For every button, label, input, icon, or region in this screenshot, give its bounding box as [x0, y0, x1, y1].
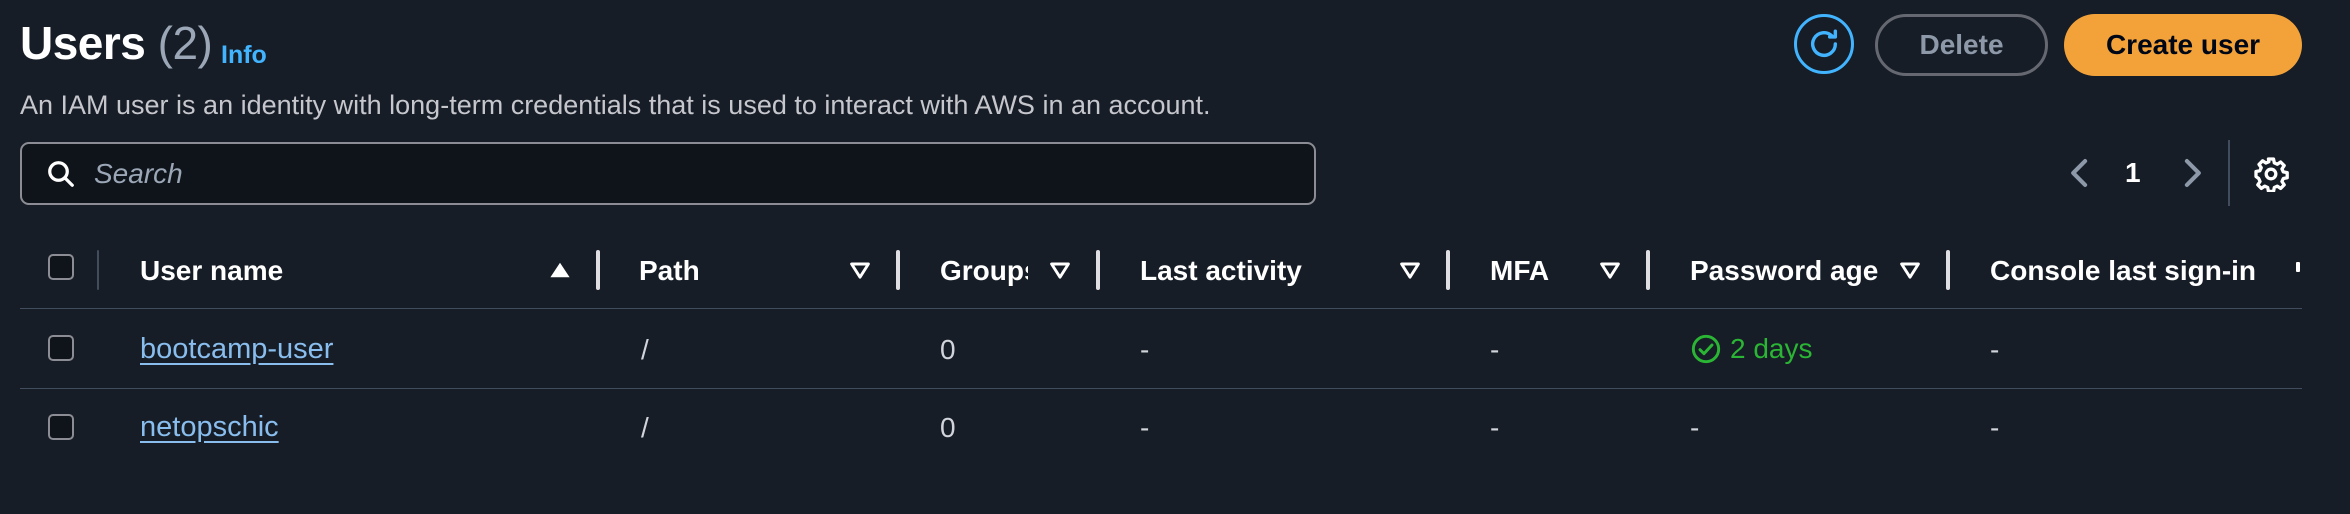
page-title: Users (2) — [20, 16, 213, 70]
column-resizer[interactable] — [1446, 250, 1450, 290]
column-header-groups[interactable]: Groups — [940, 255, 1028, 287]
last-activity-cell: - — [1140, 412, 1150, 443]
mfa-cell: - — [1490, 334, 1500, 365]
search-box[interactable] — [20, 142, 1316, 205]
path-cell: / — [641, 412, 649, 443]
sort-icon[interactable] — [848, 258, 872, 287]
next-page-icon[interactable] — [2178, 156, 2206, 195]
select-all-checkbox[interactable] — [48, 254, 74, 280]
user-name-link[interactable]: netopschic — [140, 411, 279, 444]
column-header-user-name[interactable]: User name — [140, 255, 283, 287]
sort-icon[interactable] — [1048, 258, 1072, 287]
password-age-text: 2 days — [1730, 333, 1813, 364]
row-checkbox[interactable] — [48, 414, 74, 440]
column-header-password-age[interactable]: Password age — [1690, 255, 1878, 287]
search-icon — [46, 159, 76, 189]
success-check-icon — [1690, 333, 1722, 365]
header-divider — [20, 308, 2302, 309]
path-cell: / — [641, 334, 649, 365]
info-link[interactable]: Info — [221, 41, 267, 70]
column-resizer[interactable] — [1096, 250, 1100, 290]
search-input[interactable] — [92, 156, 1196, 191]
column-resizer[interactable] — [596, 250, 600, 290]
mfa-cell: - — [1490, 412, 1500, 443]
refresh-button[interactable] — [1794, 14, 1854, 74]
page-title-text: Users — [20, 17, 146, 69]
password-age-cell: 2 days — [1690, 333, 1813, 365]
column-resizer[interactable] — [1946, 250, 1950, 290]
create-user-button[interactable]: Create user — [2064, 14, 2302, 76]
column-header-mfa[interactable]: MFA — [1490, 255, 1549, 287]
column-resizer[interactable] — [1646, 250, 1650, 290]
row-checkbox[interactable] — [48, 335, 74, 361]
sort-icon[interactable] — [2296, 262, 2300, 272]
refresh-icon — [1807, 27, 1841, 61]
column-header-console-last-sign-in[interactable]: Console last sign-in — [1990, 255, 2256, 287]
console-last-sign-in-cell: - — [1990, 412, 2000, 443]
sort-icon[interactable] — [1598, 258, 1622, 287]
sort-ascending-icon[interactable] — [548, 258, 572, 287]
gear-icon[interactable] — [2253, 156, 2289, 197]
column-resizer[interactable] — [896, 250, 900, 290]
password-age-cell: - — [1690, 412, 1700, 443]
previous-page-icon[interactable] — [2066, 156, 2094, 195]
user-name-link[interactable]: bootcamp-user — [140, 333, 333, 366]
console-last-sign-in-cell: - — [1990, 334, 2000, 365]
sort-icon[interactable] — [1398, 258, 1422, 287]
column-header-last-activity[interactable]: Last activity — [1140, 255, 1302, 287]
groups-cell: 0 — [940, 412, 956, 443]
user-count: (2) — [157, 17, 213, 69]
page-description: An IAM user is an identity with long-ter… — [20, 90, 1211, 120]
row-divider — [20, 388, 2302, 389]
pagination-divider — [2228, 140, 2230, 206]
delete-button[interactable]: Delete — [1875, 14, 2048, 76]
groups-cell: 0 — [940, 334, 956, 365]
sort-icon[interactable] — [1898, 258, 1922, 287]
last-activity-cell: - — [1140, 334, 1150, 365]
column-header-path[interactable]: Path — [639, 255, 700, 287]
current-page-number[interactable]: 1 — [2125, 157, 2141, 189]
column-separator — [97, 250, 99, 290]
